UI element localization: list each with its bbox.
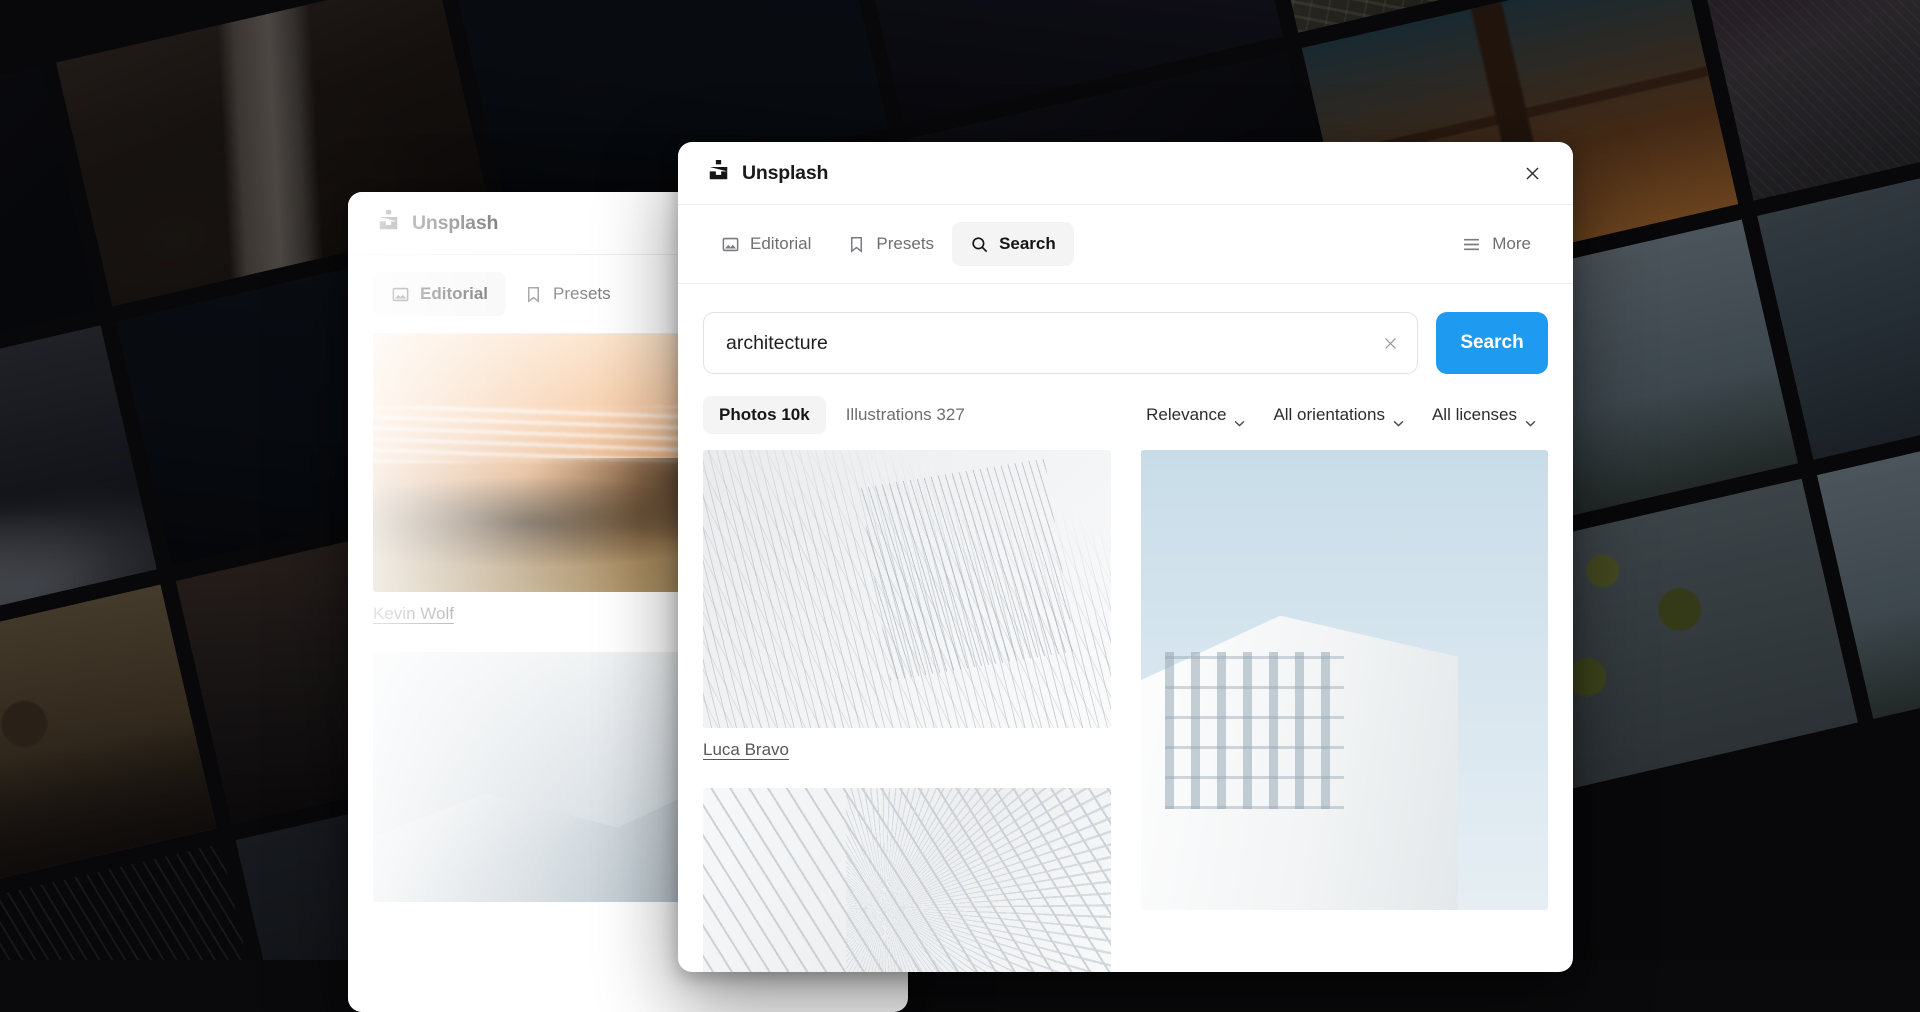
dropdown-licenses[interactable]: All licenses: [1420, 396, 1548, 434]
dropdown-relevance[interactable]: Relevance: [1134, 396, 1257, 434]
photo-card[interactable]: Luca Bravo: [703, 450, 1111, 780]
tab-label: Editorial: [750, 234, 811, 254]
tab-label: Search: [999, 234, 1056, 254]
close-icon[interactable]: [1515, 156, 1549, 190]
dropdown-label: Relevance: [1146, 405, 1226, 425]
unsplash-logo-icon: [708, 160, 729, 186]
tab-presets[interactable]: Presets: [506, 272, 629, 316]
photo-credit[interactable]: Luca Bravo: [703, 740, 789, 760]
photo-credit[interactable]: Kevin Wolf: [373, 604, 454, 624]
tab-presets[interactable]: Presets: [829, 222, 952, 266]
search-input-value: architecture: [726, 332, 828, 355]
search-submit-button[interactable]: Search: [1436, 312, 1548, 374]
tab-editorial[interactable]: Editorial: [373, 272, 506, 316]
modal-tabbar: Editorial Presets Search: [678, 205, 1573, 284]
tab-editorial[interactable]: Editorial: [703, 222, 829, 266]
search-input[interactable]: architecture: [703, 312, 1418, 374]
tab-label: Presets: [553, 284, 611, 304]
search-results-grid: Luca Bravo: [678, 450, 1573, 972]
page-title: Unsplash: [742, 162, 828, 185]
bookmark-icon: [847, 235, 866, 254]
chevron-down-icon: [1393, 412, 1404, 419]
tab-label: Presets: [876, 234, 934, 254]
more-label: More: [1492, 234, 1531, 254]
more-button[interactable]: More: [1443, 222, 1549, 266]
brand: Unsplash: [708, 160, 828, 186]
chevron-down-icon: [1525, 412, 1536, 419]
filter-photos[interactable]: Photos 10k: [703, 396, 826, 434]
dropdown-label: All orientations: [1273, 405, 1385, 425]
search-row: architecture Search: [678, 284, 1573, 374]
modal-titlebar: Unsplash: [678, 142, 1573, 205]
chevron-down-icon: [1234, 412, 1245, 419]
photo-thumbnail[interactable]: [1141, 450, 1549, 910]
tab-label: Editorial: [420, 284, 488, 304]
search-icon: [970, 235, 989, 254]
unsplash-logo-icon: [378, 210, 399, 236]
image-icon: [391, 285, 410, 304]
filter-row: Photos 10k Illustrations 327 Relevance A…: [678, 374, 1573, 450]
dropdown-orientations[interactable]: All orientations: [1261, 396, 1416, 434]
dropdown-label: All licenses: [1432, 405, 1517, 425]
image-icon: [721, 235, 740, 254]
photo-card[interactable]: [1141, 450, 1549, 910]
result-column-right: [1141, 450, 1549, 972]
brand: Unsplash: [378, 210, 498, 236]
bookmark-icon: [524, 285, 543, 304]
unsplash-search-modal[interactable]: Unsplash Editorial Presets: [678, 142, 1573, 972]
window-title: Unsplash: [412, 212, 498, 235]
filter-illustrations[interactable]: Illustrations 327: [830, 396, 981, 434]
clear-search-icon[interactable]: [1377, 330, 1403, 356]
hamburger-icon: [1461, 234, 1482, 255]
result-column-left: Luca Bravo: [703, 450, 1111, 972]
photo-thumbnail[interactable]: [703, 450, 1111, 728]
tab-search[interactable]: Search: [952, 222, 1074, 266]
photo-thumbnail[interactable]: [703, 788, 1111, 972]
photo-card[interactable]: [703, 788, 1111, 972]
